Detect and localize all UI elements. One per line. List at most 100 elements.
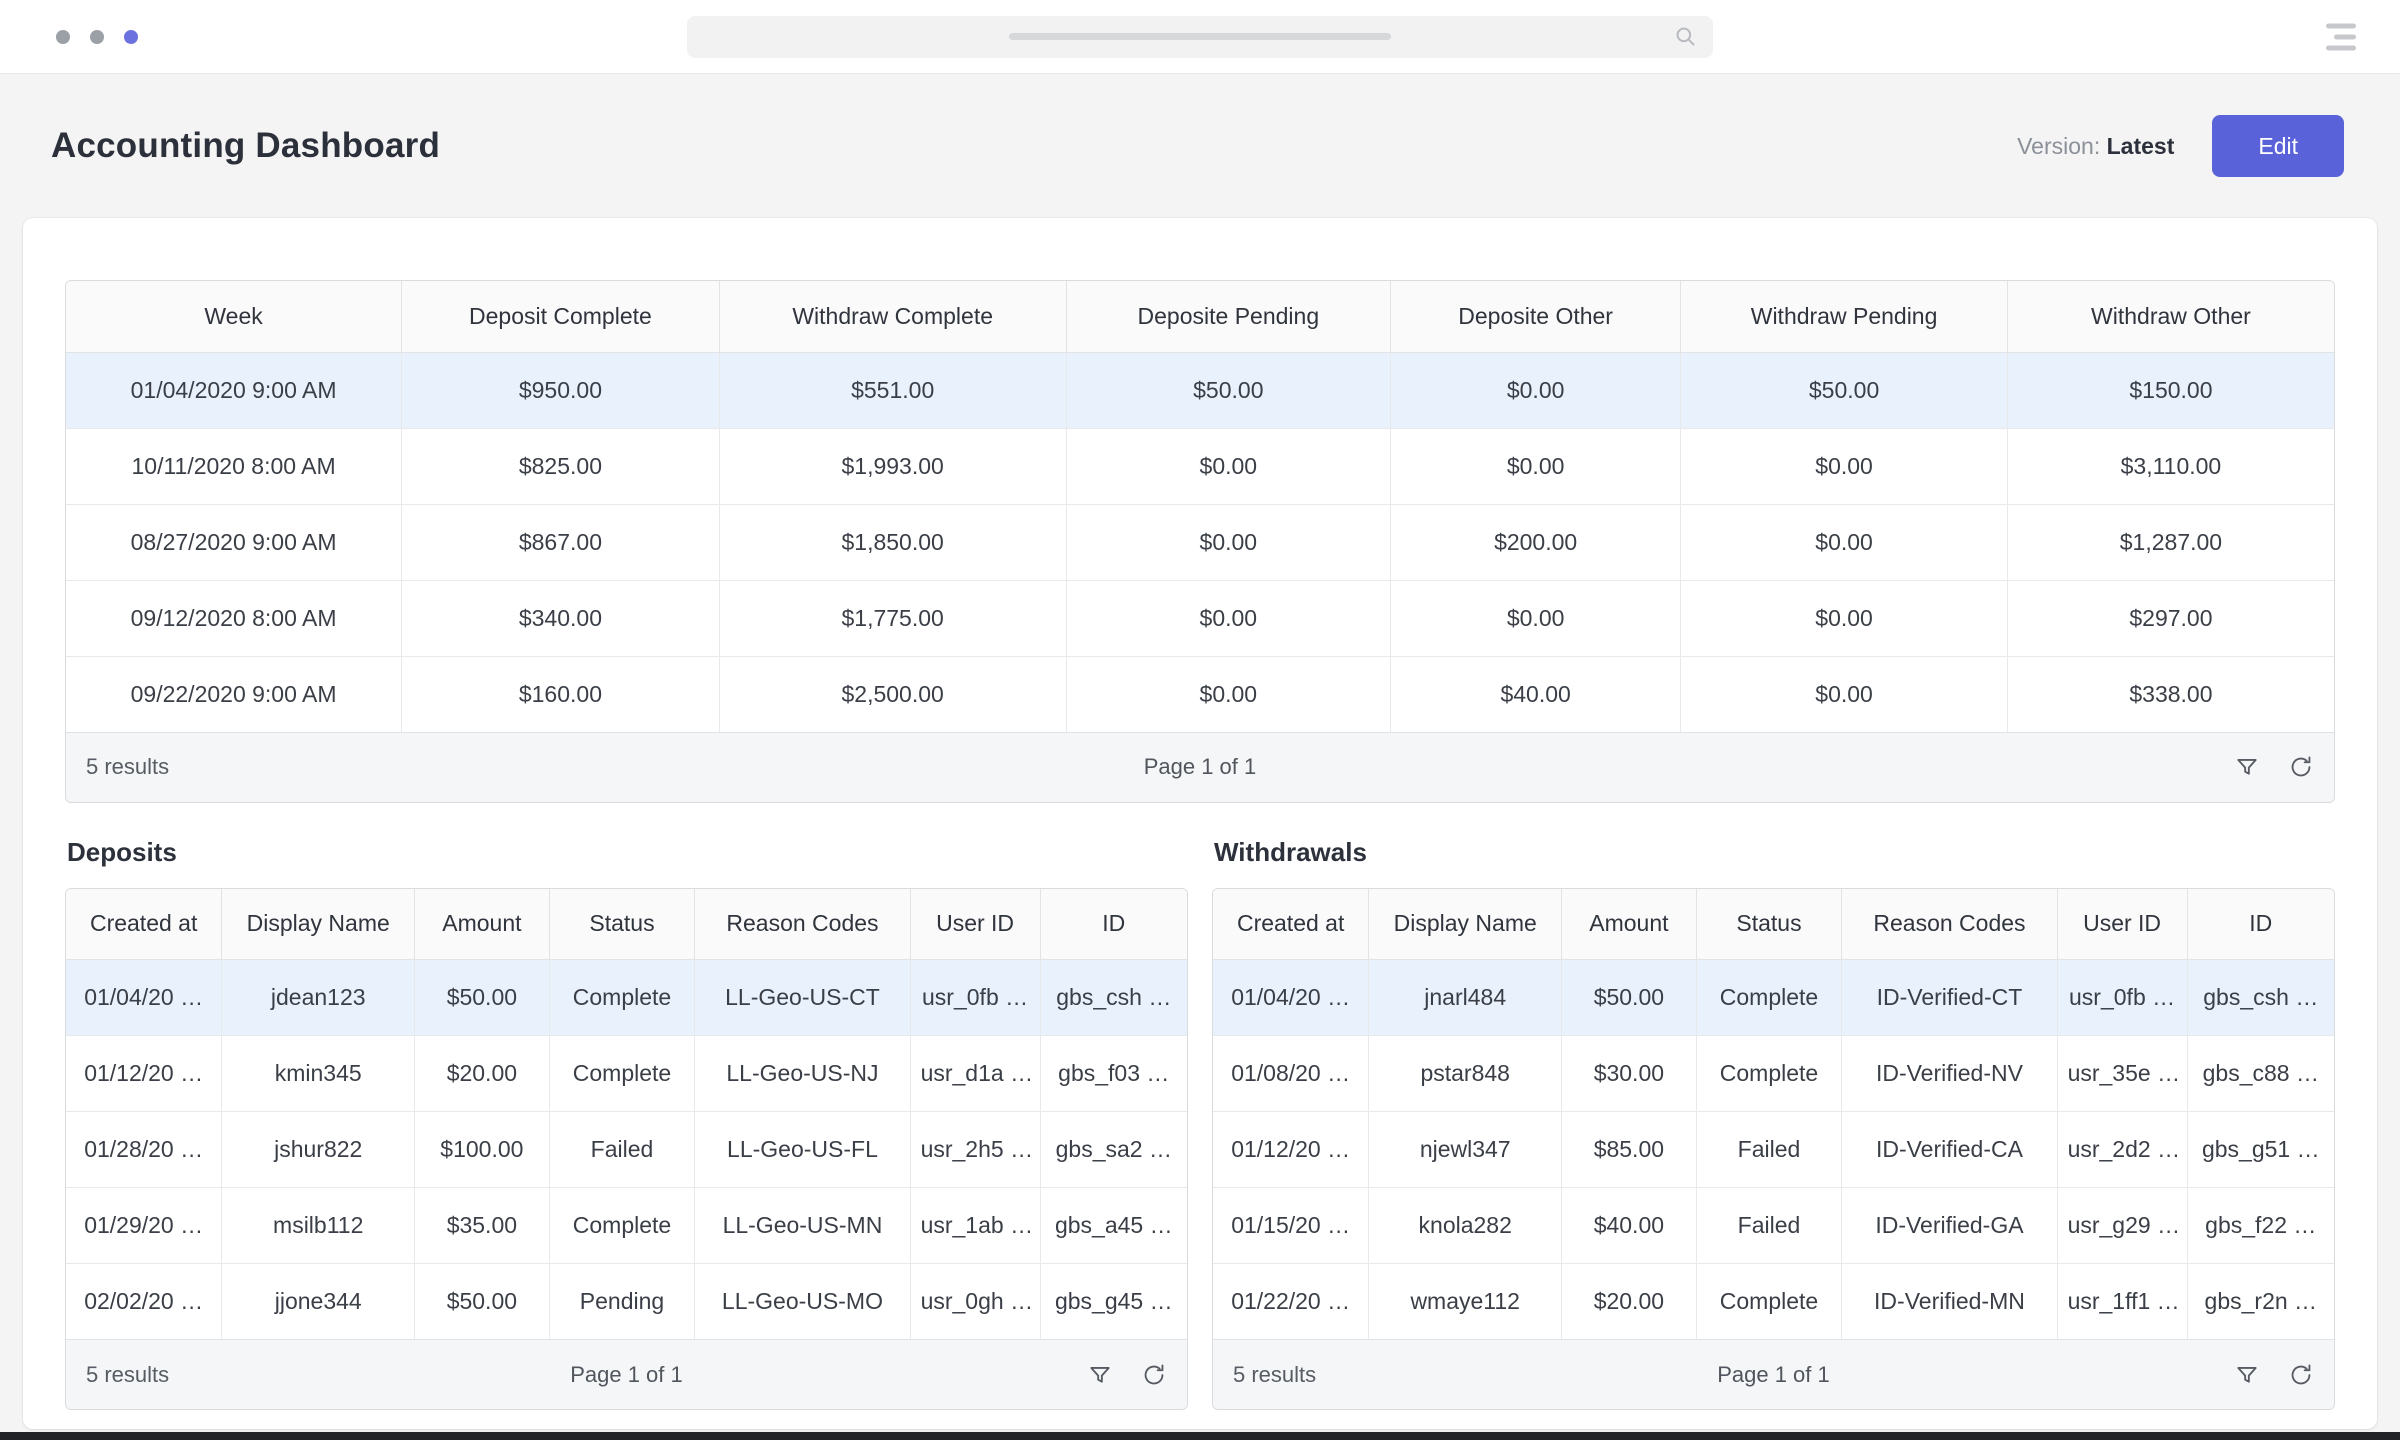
table-cell: $0.00 <box>1681 656 2008 732</box>
column-header-id[interactable]: ID <box>2187 889 2334 960</box>
table-cell: ID-Verified-MN <box>1842 1264 2057 1340</box>
column-header-deposite-pending[interactable]: Deposite Pending <box>1066 281 1390 352</box>
results-count: 5 results <box>86 754 169 780</box>
column-header-user-id[interactable]: User ID <box>910 889 1040 960</box>
summary-header-row: Week Deposit Complete Withdraw Complete … <box>66 281 2334 352</box>
table-cell: LL-Geo-US-FL <box>695 1112 910 1188</box>
table-cell: usr_g29 … <box>2057 1188 2187 1264</box>
table-row[interactable]: 09/12/2020 8:00 AM $340.00 $1,775.00 $0.… <box>66 580 2334 656</box>
table-cell: 01/29/20 … <box>66 1188 222 1264</box>
table-cell: Complete <box>1696 1036 1842 1112</box>
table-cell: $1,775.00 <box>719 580 1066 656</box>
table-cell: $0.00 <box>1066 656 1390 732</box>
table-cell: $20.00 <box>1562 1264 1697 1340</box>
table-cell: $0.00 <box>1681 504 2008 580</box>
table-cell: gbs_csh … <box>2187 960 2334 1036</box>
withdrawals-header-row: Created at Display Name Amount Status Re… <box>1213 889 2334 960</box>
table-cell: Pending <box>549 1264 695 1340</box>
column-header-withdraw-complete[interactable]: Withdraw Complete <box>719 281 1066 352</box>
window-dot-2[interactable] <box>90 30 104 44</box>
filter-icon[interactable] <box>2234 754 2260 780</box>
table-row[interactable]: 02/02/20 … jjone344 $50.00 Pending LL-Ge… <box>66 1264 1187 1340</box>
table-row[interactable]: 01/08/20 … pstar848 $30.00 Complete ID-V… <box>1213 1036 2334 1112</box>
table-cell: 01/04/20 … <box>1213 960 1369 1036</box>
page-header: Accounting Dashboard Version: Latest Edi… <box>0 74 2400 218</box>
version-label: Version: Latest <box>2017 133 2174 160</box>
table-row[interactable]: 10/11/2020 8:00 AM $825.00 $1,993.00 $0.… <box>66 428 2334 504</box>
menu-lines-icon[interactable] <box>2326 23 2356 50</box>
results-count: 5 results <box>1233 1362 1316 1388</box>
table-cell: $3,110.00 <box>2007 428 2334 504</box>
table-cell: $0.00 <box>1066 504 1390 580</box>
address-placeholder-line <box>1009 33 1391 40</box>
table-row[interactable]: 09/22/2020 9:00 AM $160.00 $2,500.00 $0.… <box>66 656 2334 732</box>
table-cell: $338.00 <box>2007 656 2334 732</box>
table-cell: $0.00 <box>1390 580 1680 656</box>
window-dot-3[interactable] <box>124 30 138 44</box>
lower-section: Deposits Created at Display Name Amount … <box>65 837 2335 1411</box>
table-row[interactable]: 01/04/2020 9:00 AM $950.00 $551.00 $50.0… <box>66 352 2334 428</box>
deposits-title: Deposits <box>67 837 1188 868</box>
table-cell: knola282 <box>1369 1188 1562 1264</box>
table-cell: jjone344 <box>222 1264 415 1340</box>
column-header-deposite-other[interactable]: Deposite Other <box>1390 281 1680 352</box>
browser-topbar <box>0 0 2400 74</box>
page-title: Accounting Dashboard <box>51 126 440 166</box>
column-header-deposit-complete[interactable]: Deposit Complete <box>402 281 720 352</box>
table-row[interactable]: 01/28/20 … jshur822 $100.00 Failed LL-Ge… <box>66 1112 1187 1188</box>
table-cell: jnarl484 <box>1369 960 1562 1036</box>
table-row[interactable]: 01/12/20 … kmin345 $20.00 Complete LL-Ge… <box>66 1036 1187 1112</box>
page-indicator: Page 1 of 1 <box>66 754 2334 780</box>
column-header-amount[interactable]: Amount <box>1562 889 1697 960</box>
column-header-created-at[interactable]: Created at <box>66 889 222 960</box>
table-cell: 01/12/20 … <box>1213 1112 1369 1188</box>
table-row[interactable]: 01/15/20 … knola282 $40.00 Failed ID-Ver… <box>1213 1188 2334 1264</box>
table-cell: gbs_a45 … <box>1040 1188 1187 1264</box>
table-cell: $100.00 <box>415 1112 550 1188</box>
table-cell: usr_2h5 … <box>910 1112 1040 1188</box>
table-cell: $297.00 <box>2007 580 2334 656</box>
refresh-icon[interactable] <box>1141 1362 1167 1388</box>
table-cell: 08/27/2020 9:00 AM <box>66 504 402 580</box>
column-header-created-at[interactable]: Created at <box>1213 889 1369 960</box>
table-cell: $160.00 <box>402 656 720 732</box>
filter-icon[interactable] <box>1087 1362 1113 1388</box>
table-cell: 01/15/20 … <box>1213 1188 1369 1264</box>
table-row[interactable]: 01/04/20 … jdean123 $50.00 Complete LL-G… <box>66 960 1187 1036</box>
table-row[interactable]: 01/12/20 … njewl347 $85.00 Failed ID-Ver… <box>1213 1112 2334 1188</box>
deposits-table-footer: 5 results Page 1 of 1 <box>66 1340 1187 1409</box>
column-header-id[interactable]: ID <box>1040 889 1187 960</box>
column-header-display-name[interactable]: Display Name <box>1369 889 1562 960</box>
column-header-display-name[interactable]: Display Name <box>222 889 415 960</box>
window-dot-1[interactable] <box>56 30 70 44</box>
table-row[interactable]: 01/22/20 … wmaye112 $20.00 Complete ID-V… <box>1213 1264 2334 1340</box>
table-cell: 02/02/20 … <box>66 1264 222 1340</box>
column-header-user-id[interactable]: User ID <box>2057 889 2187 960</box>
table-cell: LL-Geo-US-CT <box>695 960 910 1036</box>
column-header-reason-codes[interactable]: Reason Codes <box>695 889 910 960</box>
address-bar[interactable] <box>687 16 1713 58</box>
table-cell: gbs_sa2 … <box>1040 1112 1187 1188</box>
table-row[interactable]: 08/27/2020 9:00 AM $867.00 $1,850.00 $0.… <box>66 504 2334 580</box>
column-header-status[interactable]: Status <box>549 889 695 960</box>
deposits-table: Created at Display Name Amount Status Re… <box>65 888 1188 1411</box>
table-row[interactable]: 01/29/20 … msilb112 $35.00 Complete LL-G… <box>66 1188 1187 1264</box>
column-header-week[interactable]: Week <box>66 281 402 352</box>
table-cell: Failed <box>1696 1188 1842 1264</box>
search-icon[interactable] <box>1673 24 1699 50</box>
table-row[interactable]: 01/04/20 … jnarl484 $50.00 Complete ID-V… <box>1213 960 2334 1036</box>
page-indicator: Page 1 of 1 <box>1213 1362 2334 1388</box>
column-header-withdraw-pending[interactable]: Withdraw Pending <box>1681 281 2008 352</box>
refresh-icon[interactable] <box>2288 754 2314 780</box>
column-header-status[interactable]: Status <box>1696 889 1842 960</box>
column-header-amount[interactable]: Amount <box>415 889 550 960</box>
table-cell: ID-Verified-GA <box>1842 1188 2057 1264</box>
column-header-reason-codes[interactable]: Reason Codes <box>1842 889 2057 960</box>
table-cell: 01/04/2020 9:00 AM <box>66 352 402 428</box>
filter-icon[interactable] <box>2234 1362 2260 1388</box>
refresh-icon[interactable] <box>2288 1362 2314 1388</box>
table-cell: gbs_csh … <box>1040 960 1187 1036</box>
table-cell: ID-Verified-CT <box>1842 960 2057 1036</box>
edit-button[interactable]: Edit <box>2212 115 2344 177</box>
column-header-withdraw-other[interactable]: Withdraw Other <box>2007 281 2334 352</box>
